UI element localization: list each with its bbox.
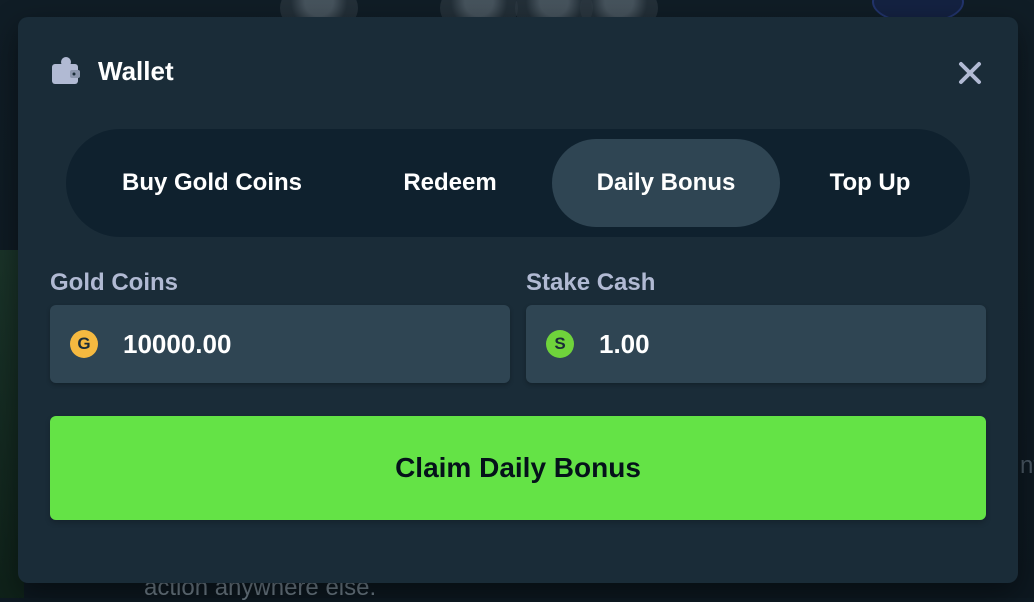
- background-text-right: nf: [1020, 452, 1034, 479]
- tab-redeem[interactable]: Redeem: [348, 139, 552, 227]
- tab-top-up[interactable]: Top Up: [780, 139, 960, 227]
- close-icon[interactable]: [956, 59, 984, 87]
- gold-coins-value: 10000.00: [123, 328, 232, 359]
- modal-title: Wallet: [98, 55, 174, 86]
- gold-coins-field: G 10000.00: [50, 305, 510, 383]
- claim-daily-bonus-button[interactable]: Claim Daily Bonus: [50, 416, 986, 520]
- stake-cash-value: 1.00: [599, 328, 650, 359]
- stake-cash-field: S 1.00: [526, 305, 986, 383]
- gold-coin-icon: G: [70, 330, 98, 358]
- wallet-tabs: Buy Gold Coins Redeem Daily Bonus Top Up: [66, 129, 970, 237]
- gold-coins-label: Gold Coins: [50, 269, 178, 296]
- wallet-icon: [52, 57, 80, 84]
- stake-cash-icon: S: [546, 330, 574, 358]
- tab-buy-gold-coins[interactable]: Buy Gold Coins: [76, 139, 348, 227]
- stake-cash-label: Stake Cash: [526, 269, 656, 296]
- tab-daily-bonus[interactable]: Daily Bonus: [552, 139, 780, 227]
- modal-header: Wallet: [50, 55, 174, 87]
- wallet-modal: Wallet Buy Gold Coins Redeem Daily Bonus…: [18, 17, 1018, 583]
